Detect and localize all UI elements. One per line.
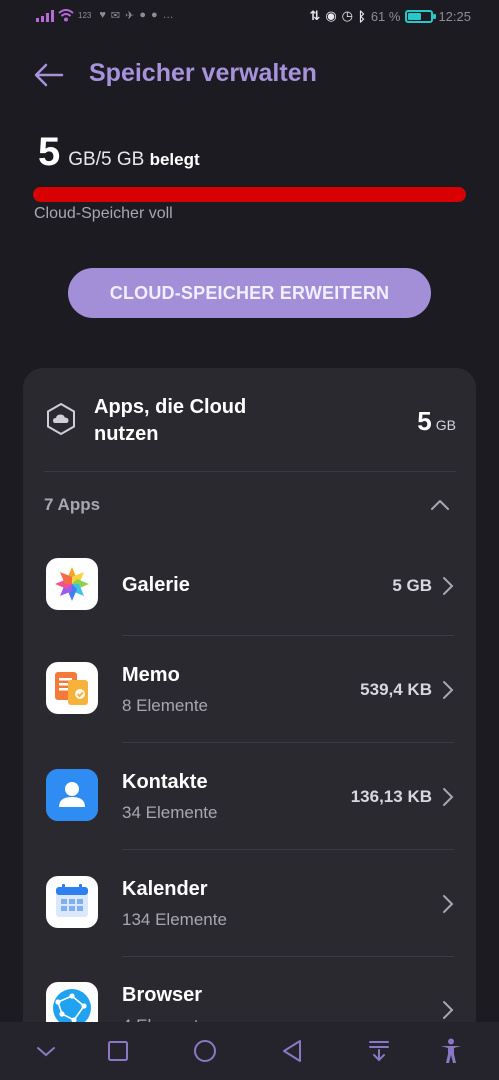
- app-size: 539,4 KB: [360, 680, 432, 699]
- nav-collapse-button[interactable]: [31, 1036, 61, 1066]
- battery-fill: [408, 12, 422, 20]
- app-size: 136,13 KB: [350, 787, 432, 806]
- app-items: 34 Elemente: [122, 803, 218, 822]
- app-icon: ●: [150, 9, 158, 21]
- app-items: 8 Elemente: [122, 696, 208, 715]
- status-right: ⇅ ◉ ◷ ᛒ 61 % 12:25: [309, 8, 471, 24]
- status-left: 123 ♥ ✉ ✈ ● ● …: [36, 9, 174, 22]
- used-amount: GB/5 GB: [68, 149, 145, 170]
- app-row-kalender[interactable]: Kalender 134 Elemente: [23, 852, 476, 958]
- calendar-icon: [46, 876, 98, 928]
- card-size-unit: GB: [435, 417, 456, 433]
- chevron-right-icon: [443, 681, 454, 699]
- status-tiny-label: 123: [78, 10, 92, 20]
- battery-icon: [405, 9, 437, 23]
- app-name: Memo: [122, 664, 180, 686]
- app-name: Browser: [122, 984, 203, 1006]
- back-button[interactable]: [32, 59, 66, 91]
- header: Speicher verwalten: [0, 55, 499, 95]
- apps-count-toggle[interactable]: 7 Apps: [44, 488, 456, 522]
- app-row-memo[interactable]: Memo 8 Elemente 539,4 KB: [23, 638, 476, 744]
- app-icon: ●: [139, 9, 146, 21]
- chevron-up-icon: [431, 500, 449, 510]
- card-size-number: 5: [417, 406, 432, 436]
- row-divider: [122, 956, 454, 957]
- storage-status: Cloud-Speicher voll: [34, 205, 173, 222]
- clock: 12:25: [438, 8, 471, 24]
- apps-count: 7 Apps: [44, 495, 101, 514]
- used-suffix: belegt: [149, 150, 200, 169]
- chevron-right-icon: [443, 788, 454, 806]
- navigation-bar: [0, 1022, 499, 1080]
- card-divider: [44, 471, 456, 472]
- nav-accessibility-button[interactable]: [436, 1036, 466, 1066]
- contacts-icon: [46, 769, 98, 821]
- storage-usage: 5 GB/5 GB belegt: [38, 130, 200, 175]
- page-title: Speicher verwalten: [89, 59, 317, 87]
- app-items: 134 Elemente: [122, 910, 227, 929]
- card-total-size: 5 GB: [417, 406, 456, 437]
- accessibility-icon: [441, 1038, 461, 1063]
- signal-icon: [36, 9, 54, 22]
- memo-icon: [46, 662, 98, 714]
- storage-progress-bar: [33, 187, 466, 202]
- nav-pulldown-button[interactable]: [364, 1036, 394, 1066]
- more-icon: …: [162, 9, 174, 21]
- telegram-icon: ✈: [125, 10, 135, 22]
- bluetooth-icon: ᛒ: [358, 8, 366, 24]
- chevron-right-icon: [443, 1001, 454, 1019]
- app-name: Kalender: [122, 878, 208, 900]
- apps-card-header: Apps, die Cloud nutzen 5 GB: [44, 392, 456, 472]
- storage-progress-fill: [33, 187, 466, 202]
- download-icon: [369, 1041, 389, 1062]
- heart-icon: ♥: [99, 9, 106, 21]
- app-size: 5 GB: [392, 576, 432, 595]
- app-name: Kontakte: [122, 771, 208, 793]
- gallery-icon: [46, 558, 98, 610]
- triangle-back-icon: [283, 1040, 301, 1062]
- network-icon: ⇅: [309, 8, 321, 23]
- used-number: 5: [38, 130, 61, 174]
- expand-storage-button[interactable]: CLOUD-SPEICHER ERWEITERN: [68, 268, 431, 318]
- square-icon: [108, 1041, 128, 1061]
- cloud-hexagon-icon: [47, 402, 75, 436]
- chevron-right-icon: [443, 577, 454, 595]
- row-divider: [122, 742, 454, 743]
- chevron-right-icon: [443, 895, 454, 913]
- app-row-kontakte[interactable]: Kontakte 34 Elemente 136,13 KB: [23, 745, 476, 851]
- app-name: Galerie: [122, 574, 190, 596]
- nav-back-button[interactable]: [277, 1036, 307, 1066]
- nav-home-button[interactable]: [190, 1036, 220, 1066]
- notification-icons: ♥ ✉ ✈ ● ● …: [99, 9, 173, 22]
- message-icon: ✉: [110, 10, 121, 22]
- chevron-down-icon: [37, 1047, 55, 1057]
- circle-icon: [194, 1040, 216, 1062]
- card-title: Apps, die Cloud nutzen: [94, 396, 247, 445]
- apps-card: Apps, die Cloud nutzen 5 GB 7 Apps Galer…: [23, 368, 476, 1080]
- row-divider: [122, 635, 454, 636]
- alarm-icon: ◷: [341, 8, 353, 23]
- row-divider: [122, 849, 454, 850]
- battery-percent: 61 %: [370, 8, 401, 24]
- arrow-left-icon: [34, 63, 64, 87]
- used-text: GB/5 GB belegt: [68, 149, 199, 171]
- nav-recents-button[interactable]: [103, 1036, 133, 1066]
- wifi-icon: [58, 9, 74, 22]
- status-bar: 123 ♥ ✉ ✈ ● ● … ⇅ ◉ ◷ ᛒ 61 % 12:25: [0, 0, 499, 34]
- app-row-galerie[interactable]: Galerie 5 GB: [23, 534, 476, 640]
- nfc-icon: ◉: [325, 8, 337, 23]
